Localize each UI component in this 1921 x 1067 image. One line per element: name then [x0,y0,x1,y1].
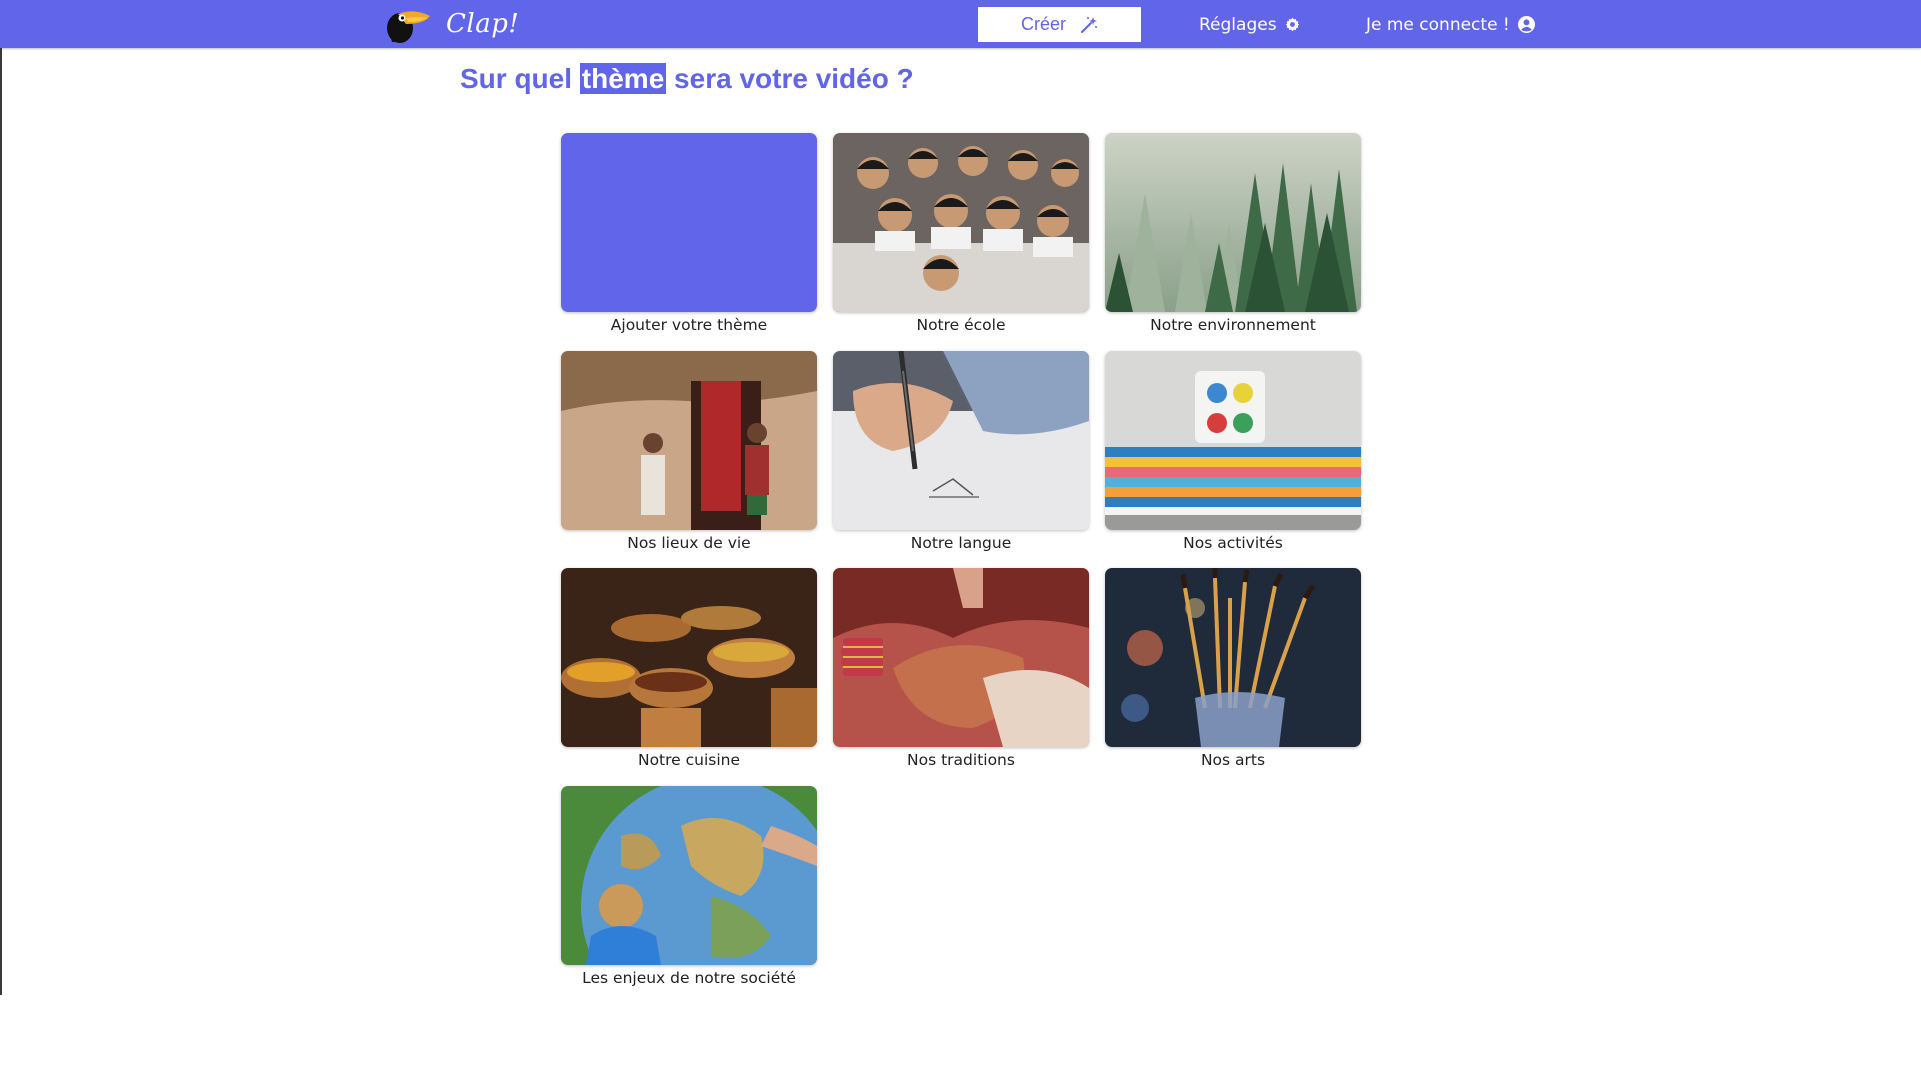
theme-thumbnail [833,133,1089,312]
login-link[interactable]: Je me connecte ! [1366,7,1535,42]
theme-card-arts[interactable]: Nos arts [1105,568,1361,786]
theme-card-cuisine[interactable]: Notre cuisine [561,568,817,786]
top-navbar: Clap! Créer Réglages Je me connecte ! [0,0,1921,48]
title-part-1: Sur quel [460,63,573,94]
theme-label: Les enjeux de notre société [582,968,796,987]
handwriting-photo [833,350,1089,530]
theme-card-school[interactable]: Notre école [833,133,1089,351]
app-name: Clap! [446,9,520,39]
theme-card-society[interactable]: Les enjeux de notre société [561,785,817,1004]
paint-brushes-photo [1105,568,1361,747]
theme-thumbnail [1105,350,1361,530]
books-mug-photo [1105,350,1361,530]
theme-card-traditions[interactable]: Nos traditions [833,568,1089,786]
theme-thumbnail [561,568,817,747]
globe-child-photo [561,785,817,965]
theme-grid: Ajouter votre thème Notre école Notre en… [561,133,1361,1003]
app-logo[interactable]: Clap! [384,4,519,44]
create-button[interactable]: Créer [978,7,1141,42]
theme-thumbnail [833,568,1089,747]
login-label: Je me connecte ! [1366,14,1510,35]
theme-label: Ajouter votre thème [610,316,768,334]
theme-thumbnail [561,785,817,965]
magic-wand-icon [1081,16,1097,33]
theme-label: Nos traditions [907,751,1015,769]
theme-thumbnail [1105,568,1361,747]
theme-label: Nos activités [1183,533,1283,552]
food-bowls-photo [561,568,817,747]
theme-card-language[interactable]: Notre langue [833,350,1089,569]
page-title: Sur quel thème sera votre vidéo ? [460,63,914,95]
school-children-photo [833,133,1089,312]
henna-hands-photo [833,568,1089,747]
settings-link[interactable]: Réglages [1199,7,1300,42]
theme-card-add[interactable]: Ajouter votre thème [561,133,817,351]
theme-label: Notre école [916,316,1006,334]
settings-label: Réglages [1199,14,1277,35]
theme-thumbnail [561,350,817,530]
title-highlight: thème [579,63,667,94]
forest-photo [1105,133,1361,312]
village-house-photo [561,350,817,530]
theme-card-environment[interactable]: Notre environnement [1105,133,1361,351]
title-part-2: sera votre vidéo ? [674,63,914,94]
theme-card-activities[interactable]: Nos activités [1105,350,1361,569]
theme-thumbnail [1105,133,1361,312]
theme-label: Notre environnement [1150,316,1316,334]
theme-label: Nos arts [1200,751,1266,769]
create-button-label: Créer [1020,14,1066,34]
theme-thumbnail [833,350,1089,530]
theme-thumbnail [561,133,817,312]
theme-label: Notre langue [910,533,1012,552]
toucan-logo-icon [387,11,430,43]
theme-card-places[interactable]: Nos lieux de vie [561,350,817,569]
add-theme-placeholder [561,133,817,312]
user-circle-icon [1517,16,1535,33]
theme-label: Nos lieux de vie [627,533,751,552]
gear-icon [1285,17,1299,32]
theme-label: Notre cuisine [637,751,741,769]
